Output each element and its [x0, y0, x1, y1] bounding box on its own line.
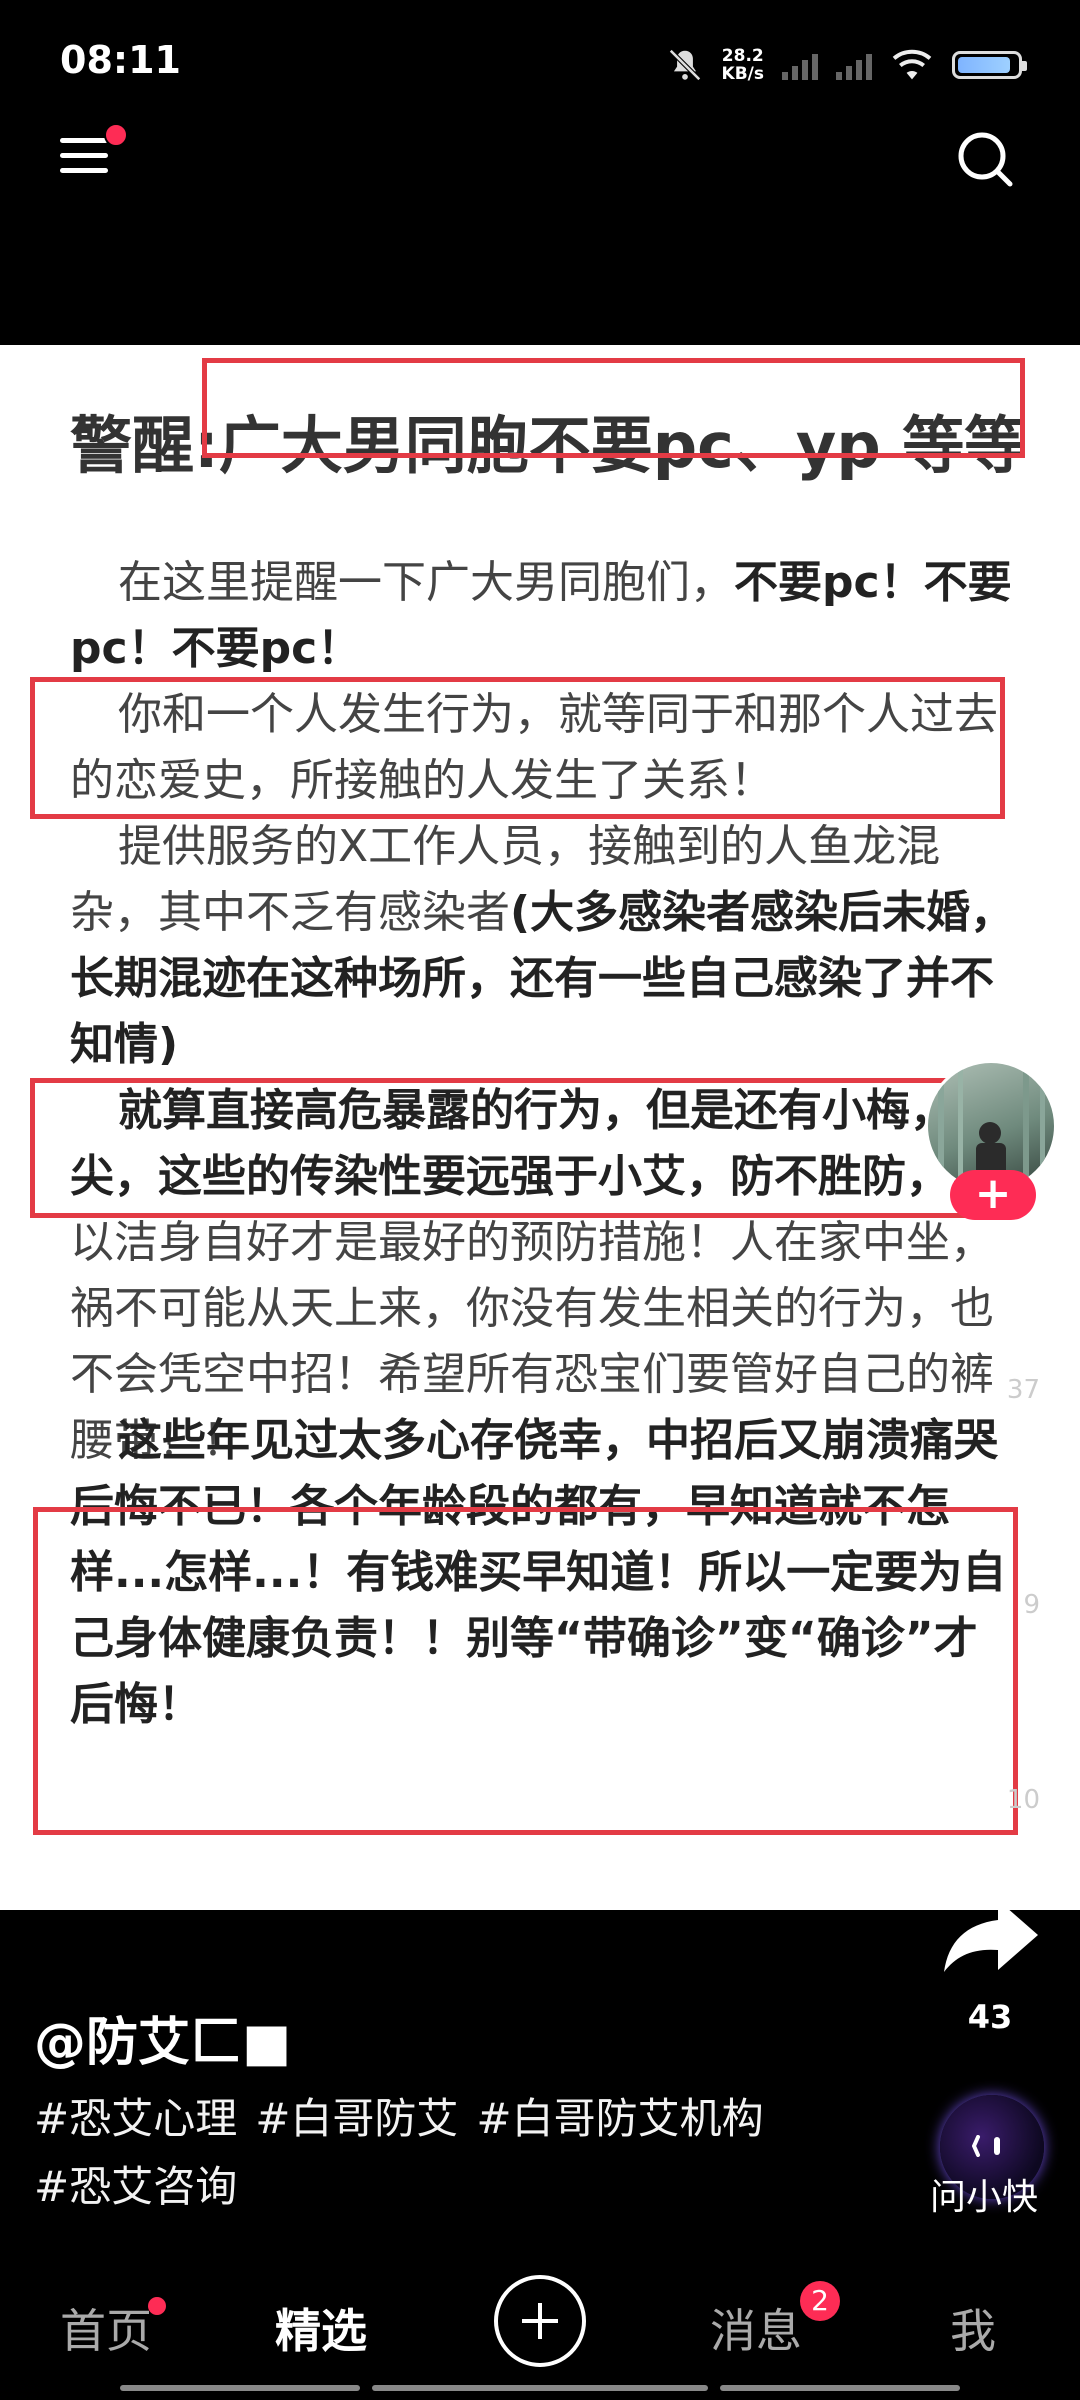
home-notification-dot [148, 2297, 166, 2315]
signal-1-icon [782, 50, 818, 80]
mute-bell-icon [668, 49, 701, 81]
author-username[interactable]: @防艾匚■ [34, 2000, 291, 2075]
highlight-box-5 [33, 1507, 1018, 1835]
tab-messages[interactable]: 消息 [710, 2295, 802, 2361]
hashtag[interactable]: #恐艾心理 [34, 2094, 237, 2143]
nav-indicator [120, 2385, 360, 2391]
signal-2-icon [836, 50, 872, 80]
notification-dot [104, 123, 128, 147]
status-bar: 08:11 28.2 KB/s [0, 0, 1080, 120]
ghost-like-count: 37 [1006, 1375, 1040, 1405]
nav-indicator [720, 2385, 960, 2391]
highlight-box-4 [30, 1078, 992, 1218]
post-image[interactable]: 警醒:广大男同胞不要pc、yp 等等 在这里提醒一下广大男同胞们，不要pc！不要… [0, 345, 1080, 1910]
share-count: 43 [967, 1998, 1013, 2036]
messages-badge: 2 [800, 2281, 840, 2321]
highlight-box-title [202, 358, 1025, 458]
menu-button[interactable] [60, 123, 128, 178]
create-post-button[interactable] [494, 2275, 586, 2367]
assistant-label: 问小快 [930, 2177, 1039, 2218]
tab-home[interactable]: 首页 [60, 2295, 152, 2361]
ghost-share-count: 10 [1006, 1785, 1040, 1815]
share-icon[interactable] [938, 1890, 1048, 1980]
search-icon[interactable] [954, 128, 1016, 190]
ghost-comment-count: 9 [1023, 1590, 1040, 1620]
network-speed: 28.2 KB/s [721, 46, 764, 84]
hashtag[interactable]: #白哥防艾机构 [476, 2094, 763, 2143]
follow-button[interactable]: + [950, 1170, 1036, 1220]
hashtag[interactable]: #恐艾咨询 [34, 2162, 237, 2211]
tab-featured[interactable]: 精选 [275, 2295, 367, 2361]
assistant-face-icon [972, 2135, 1000, 2157]
battery-level [958, 57, 1010, 73]
battery-icon [952, 51, 1027, 79]
hashtag-list: #恐艾心理 #白哥防艾 #白哥防艾机构 #恐艾咨询 [34, 2085, 834, 2221]
status-time: 08:11 [60, 38, 181, 82]
paragraph-1: 在这里提醒一下广大男同胞们，不要pc！不要pc！不要pc！ [70, 557, 1012, 674]
wifi-icon [892, 49, 932, 80]
highlight-box-2 [30, 677, 1005, 819]
hashtag[interactable]: #白哥防艾 [255, 2094, 458, 2143]
status-icons: 28.2 KB/s [666, 40, 1027, 90]
paragraph-3: 提供服务的X工作人员，接触到的人鱼龙混杂，其中不乏有感染者(大多感染者感染后未婚… [70, 821, 1015, 1070]
nav-indicator [372, 2385, 708, 2391]
bottom-tab-bar: 首页 精选 消息 2 我 [0, 2275, 1080, 2400]
tab-me[interactable]: 我 [950, 2295, 996, 2361]
